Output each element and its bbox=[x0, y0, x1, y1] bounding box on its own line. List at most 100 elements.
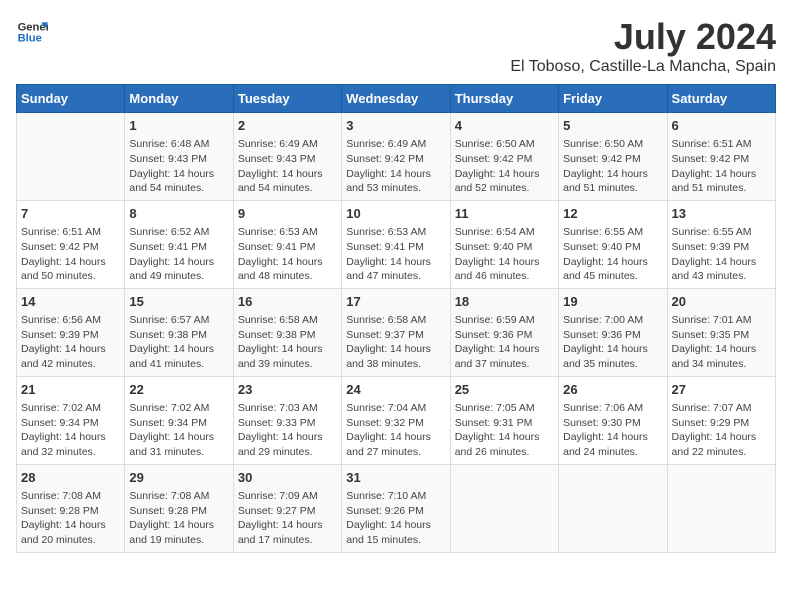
day-number: 8 bbox=[129, 205, 228, 223]
table-row: 14 Sunrise: 6:56 AM Sunset: 9:39 PM Dayli… bbox=[17, 288, 125, 376]
calendar-table: Sunday Monday Tuesday Wednesday Thursday… bbox=[16, 84, 776, 553]
calendar-body: 1 Sunrise: 6:48 AM Sunset: 9:43 PM Daylig… bbox=[17, 113, 776, 553]
day-number: 23 bbox=[238, 381, 337, 399]
day-info: Sunrise: 7:09 AM Sunset: 9:27 PM Dayligh… bbox=[238, 489, 337, 548]
table-row: 16Sunrise: 6:58 AM Sunset: 9:38 PM Dayli… bbox=[233, 288, 341, 376]
calendar-header: Sunday Monday Tuesday Wednesday Thursday… bbox=[17, 85, 776, 113]
day-info: Sunrise: 6:55 AM Sunset: 9:39 PM Dayligh… bbox=[672, 225, 771, 284]
weekday-header-row: Sunday Monday Tuesday Wednesday Thursday… bbox=[17, 85, 776, 113]
table-row bbox=[559, 464, 667, 552]
day-info: Sunrise: 7:08 AM Sunset: 9:28 PM Dayligh… bbox=[21, 489, 120, 548]
day-number: 9 bbox=[238, 205, 337, 223]
day-number: 15 bbox=[129, 293, 228, 311]
header-sunday: Sunday bbox=[17, 85, 125, 113]
table-row: 24 Sunrise: 7:04 AM Sunset: 9:32 PM Dayli… bbox=[342, 376, 450, 464]
header-tuesday: Tuesday bbox=[233, 85, 341, 113]
day-info: Sunrise: 6:52 AM Sunset: 9:41 PM Dayligh… bbox=[129, 225, 228, 284]
header-monday: Monday bbox=[125, 85, 233, 113]
day-info: Sunrise: 6:58 AM Sunset: 9:37 PM Dayligh… bbox=[346, 313, 445, 372]
table-row: 18 Sunrise: 6:59 AM Sunset: 9:36 PM Dayli… bbox=[450, 288, 558, 376]
day-number: 4 bbox=[455, 117, 554, 135]
day-number: 14 bbox=[21, 293, 120, 311]
day-info: Sunrise: 6:54 AM Sunset: 9:40 PM Dayligh… bbox=[455, 225, 554, 284]
table-row bbox=[450, 464, 558, 552]
day-number: 19 bbox=[563, 293, 662, 311]
table-row: 17Sunrise: 6:58 AM Sunset: 9:37 PM Dayli… bbox=[342, 288, 450, 376]
table-row: 2 Sunrise: 6:49 AM Sunset: 9:43 PM Daylig… bbox=[233, 113, 341, 201]
day-number: 12 bbox=[563, 205, 662, 223]
table-row: 22 Sunrise: 7:02 AM Sunset: 9:34 PM Dayli… bbox=[125, 376, 233, 464]
svg-text:Blue: Blue bbox=[18, 33, 42, 45]
table-row: 1 Sunrise: 6:48 AM Sunset: 9:43 PM Daylig… bbox=[125, 113, 233, 201]
table-row: 27 Sunrise: 7:07 AM Sunset: 9:29 PM Dayli… bbox=[667, 376, 775, 464]
table-row: 4Sunrise: 6:50 AM Sunset: 9:42 PM Daylig… bbox=[450, 113, 558, 201]
day-number: 30 bbox=[238, 469, 337, 487]
day-number: 1 bbox=[129, 117, 228, 135]
day-info: Sunrise: 6:59 AM Sunset: 9:36 PM Dayligh… bbox=[455, 313, 554, 372]
day-number: 28 bbox=[21, 469, 120, 487]
table-row bbox=[667, 464, 775, 552]
calendar-title: July 2024 bbox=[510, 16, 776, 58]
day-number: 18 bbox=[455, 293, 554, 311]
day-info: Sunrise: 7:02 AM Sunset: 9:34 PM Dayligh… bbox=[129, 401, 228, 460]
day-info: Sunrise: 7:04 AM Sunset: 9:32 PM Dayligh… bbox=[346, 401, 445, 460]
calendar-week-row: 28 Sunrise: 7:08 AM Sunset: 9:28 PM Dayli… bbox=[17, 464, 776, 552]
day-info: Sunrise: 6:50 AM Sunset: 9:42 PM Dayligh… bbox=[563, 137, 662, 196]
table-row: 23 Sunrise: 7:03 AM Sunset: 9:33 PM Dayli… bbox=[233, 376, 341, 464]
table-row: 11 Sunrise: 6:54 AM Sunset: 9:40 PM Dayli… bbox=[450, 200, 558, 288]
table-row: 20 Sunrise: 7:01 AM Sunset: 9:35 PM Dayli… bbox=[667, 288, 775, 376]
day-number: 6 bbox=[672, 117, 771, 135]
day-info: Sunrise: 6:53 AM Sunset: 9:41 PM Dayligh… bbox=[346, 225, 445, 284]
day-info: Sunrise: 6:51 AM Sunset: 9:42 PM Dayligh… bbox=[672, 137, 771, 196]
day-info: Sunrise: 7:10 AM Sunset: 9:26 PM Dayligh… bbox=[346, 489, 445, 548]
calendar-week-row: 1 Sunrise: 6:48 AM Sunset: 9:43 PM Daylig… bbox=[17, 113, 776, 201]
calendar-subtitle: El Toboso, Castille-La Mancha, Spain bbox=[510, 58, 776, 76]
day-info: Sunrise: 6:58 AM Sunset: 9:38 PM Dayligh… bbox=[238, 313, 337, 372]
day-info: Sunrise: 6:56 AM Sunset: 9:39 PM Dayligh… bbox=[21, 313, 120, 372]
day-info: Sunrise: 6:51 AM Sunset: 9:42 PM Dayligh… bbox=[21, 225, 120, 284]
day-number: 27 bbox=[672, 381, 771, 399]
table-row: 25 Sunrise: 7:05 AM Sunset: 9:31 PM Dayli… bbox=[450, 376, 558, 464]
day-number: 5 bbox=[563, 117, 662, 135]
day-number: 20 bbox=[672, 293, 771, 311]
table-row: 10 Sunrise: 6:53 AM Sunset: 9:41 PM Dayli… bbox=[342, 200, 450, 288]
table-row: 8 Sunrise: 6:52 AM Sunset: 9:41 PM Daylig… bbox=[125, 200, 233, 288]
title-area: July 2024 El Toboso, Castille-La Mancha,… bbox=[510, 16, 776, 76]
logo: General Blue bbox=[16, 16, 48, 48]
table-row: 7Sunrise: 6:51 AM Sunset: 9:42 PM Daylig… bbox=[17, 200, 125, 288]
day-number: 2 bbox=[238, 117, 337, 135]
day-number: 10 bbox=[346, 205, 445, 223]
day-info: Sunrise: 6:48 AM Sunset: 9:43 PM Dayligh… bbox=[129, 137, 228, 196]
day-number: 29 bbox=[129, 469, 228, 487]
day-number: 3 bbox=[346, 117, 445, 135]
day-info: Sunrise: 6:49 AM Sunset: 9:43 PM Dayligh… bbox=[238, 137, 337, 196]
day-number: 25 bbox=[455, 381, 554, 399]
table-row bbox=[17, 113, 125, 201]
table-row: 12Sunrise: 6:55 AM Sunset: 9:40 PM Dayli… bbox=[559, 200, 667, 288]
table-row: 5 Sunrise: 6:50 AM Sunset: 9:42 PM Daylig… bbox=[559, 113, 667, 201]
day-info: Sunrise: 7:05 AM Sunset: 9:31 PM Dayligh… bbox=[455, 401, 554, 460]
table-row: 31Sunrise: 7:10 AM Sunset: 9:26 PM Dayli… bbox=[342, 464, 450, 552]
header-saturday: Saturday bbox=[667, 85, 775, 113]
table-row: 21Sunrise: 7:02 AM Sunset: 9:34 PM Dayli… bbox=[17, 376, 125, 464]
day-info: Sunrise: 7:01 AM Sunset: 9:35 PM Dayligh… bbox=[672, 313, 771, 372]
day-number: 11 bbox=[455, 205, 554, 223]
header: General Blue July 2024 El Toboso, Castil… bbox=[16, 16, 776, 76]
table-row: 30 Sunrise: 7:09 AM Sunset: 9:27 PM Dayli… bbox=[233, 464, 341, 552]
day-info: Sunrise: 7:07 AM Sunset: 9:29 PM Dayligh… bbox=[672, 401, 771, 460]
calendar-week-row: 21Sunrise: 7:02 AM Sunset: 9:34 PM Dayli… bbox=[17, 376, 776, 464]
day-info: Sunrise: 6:57 AM Sunset: 9:38 PM Dayligh… bbox=[129, 313, 228, 372]
day-number: 24 bbox=[346, 381, 445, 399]
day-number: 22 bbox=[129, 381, 228, 399]
header-thursday: Thursday bbox=[450, 85, 558, 113]
table-row: 26Sunrise: 7:06 AM Sunset: 9:30 PM Dayli… bbox=[559, 376, 667, 464]
day-info: Sunrise: 6:53 AM Sunset: 9:41 PM Dayligh… bbox=[238, 225, 337, 284]
day-info: Sunrise: 7:03 AM Sunset: 9:33 PM Dayligh… bbox=[238, 401, 337, 460]
table-row: 28 Sunrise: 7:08 AM Sunset: 9:28 PM Dayli… bbox=[17, 464, 125, 552]
table-row: 19Sunrise: 7:00 AM Sunset: 9:36 PM Dayli… bbox=[559, 288, 667, 376]
day-info: Sunrise: 6:49 AM Sunset: 9:42 PM Dayligh… bbox=[346, 137, 445, 196]
day-number: 26 bbox=[563, 381, 662, 399]
day-info: Sunrise: 7:08 AM Sunset: 9:28 PM Dayligh… bbox=[129, 489, 228, 548]
table-row: 3 Sunrise: 6:49 AM Sunset: 9:42 PM Daylig… bbox=[342, 113, 450, 201]
logo-icon: General Blue bbox=[16, 16, 48, 48]
